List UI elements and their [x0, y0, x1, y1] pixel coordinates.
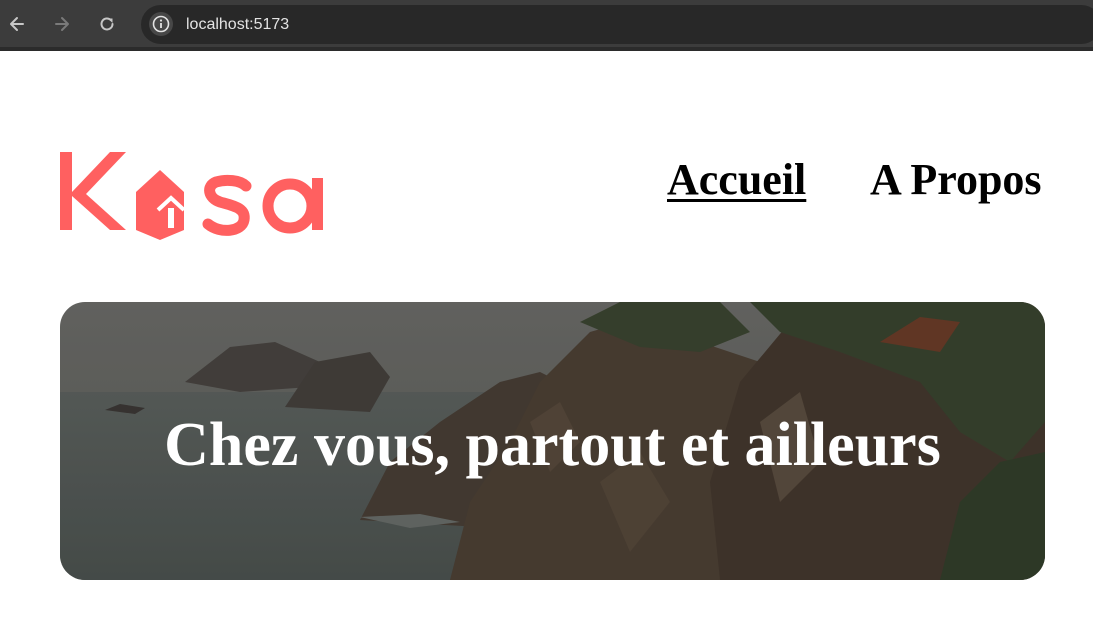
browser-toolbar: localhost:5173 — [0, 0, 1093, 51]
nav-link-a-propos[interactable]: A Propos — [870, 155, 1042, 205]
arrow-left-icon[interactable] — [6, 13, 28, 35]
arrow-right-icon[interactable] — [51, 13, 73, 35]
hero-banner: Chez vous, partout et ailleurs — [60, 302, 1045, 580]
kasa-logo[interactable] — [58, 150, 328, 240]
reload-icon[interactable] — [96, 13, 118, 35]
banner-title: Chez vous, partout et ailleurs — [164, 411, 941, 479]
nav-link-accueil[interactable]: Accueil — [667, 155, 806, 205]
info-icon[interactable] — [149, 12, 173, 36]
url-text[interactable]: localhost:5173 — [186, 15, 289, 35]
page-content: Accueil A Propos Chez vous, partout et a… — [0, 55, 1093, 622]
address-bar[interactable]: localhost:5173 — [141, 5, 1093, 44]
